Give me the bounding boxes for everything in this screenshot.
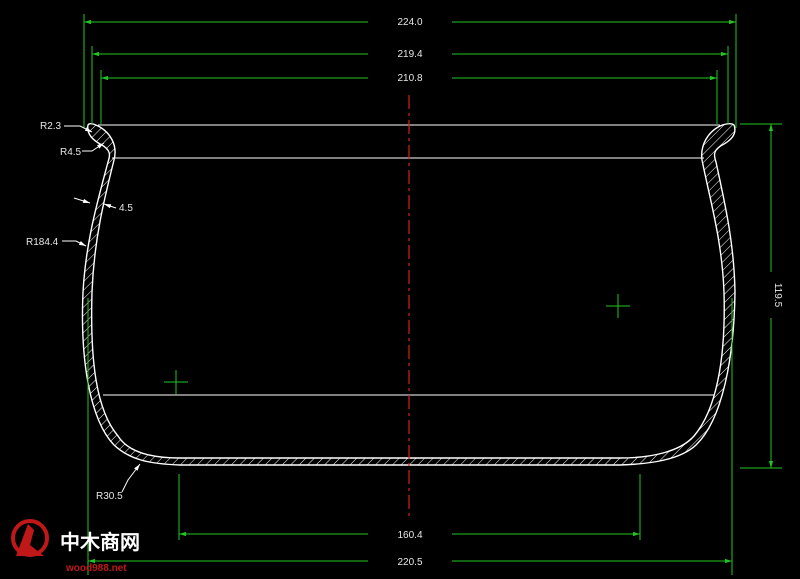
watermark: 中木商网 wood988.net <box>11 519 140 574</box>
label-body-radius: R184.4 <box>26 237 59 248</box>
cad-drawing: 224.0 219.4 210.8 160.4 220.5 119.5 R2.3… <box>11 14 783 575</box>
dim-height-label: 119.5 <box>772 283 783 308</box>
leader-bottom-radius <box>121 463 141 493</box>
dim-bottom-width-label: 220.5 <box>397 557 422 568</box>
label-rim-inner-radius: R4.5 <box>60 147 82 158</box>
cross-marker-left <box>164 370 188 394</box>
label-bottom-radius: R30.5 <box>96 491 123 502</box>
watermark-url: wood988.net <box>65 563 127 574</box>
leader-body-radius <box>62 240 87 247</box>
watermark-cn-text: 中木商网 <box>60 530 140 554</box>
dim-base-width-label: 160.4 <box>397 530 422 541</box>
label-wall-thickness: 4.5 <box>119 203 133 214</box>
dim-outer-rim-width-label: 219.4 <box>397 49 422 60</box>
cross-marker-right <box>606 294 630 318</box>
dim-overall-width-label: 224.0 <box>397 17 422 28</box>
label-rim-outer-radius: R2.3 <box>40 121 62 132</box>
dim-inner-rim-width-label: 210.8 <box>397 73 422 84</box>
leader-wall-thickness <box>73 197 117 209</box>
